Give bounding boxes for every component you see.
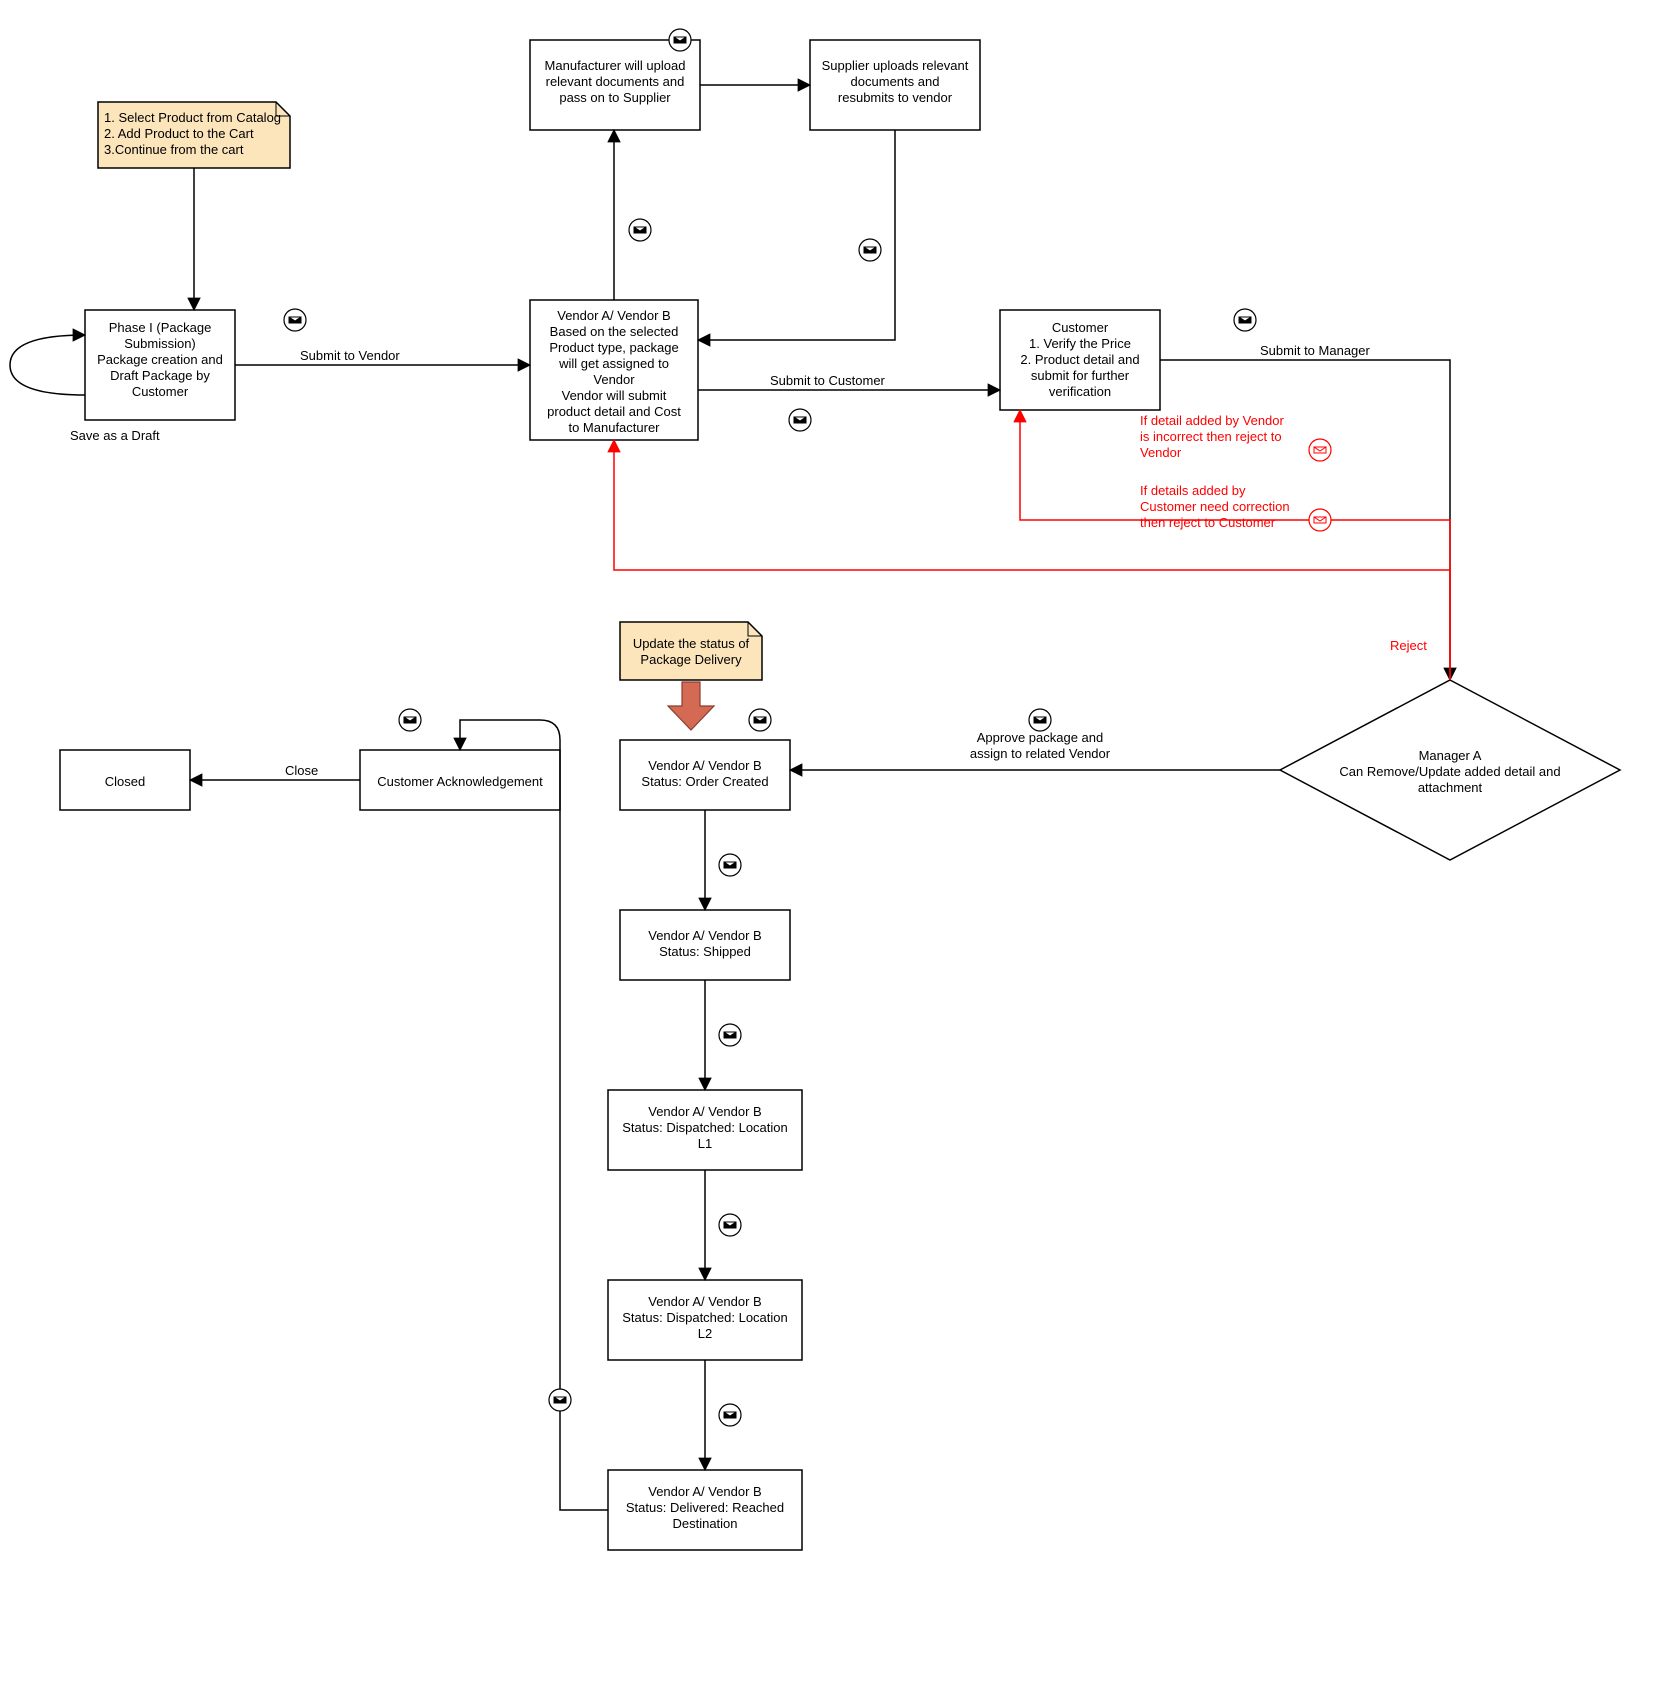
node-dispatched-l2: Vendor A/ Vendor B Status: Dispatched: L… xyxy=(608,1280,802,1360)
node-delivered: Vendor A/ Vendor B Status: Delivered: Re… xyxy=(608,1470,802,1550)
label-submit-vendor: Submit to Vendor xyxy=(300,348,400,363)
label-reject-vendor-l3: Vendor xyxy=(1140,445,1182,460)
edge-save-draft xyxy=(10,335,85,395)
svg-text:pass on to Supplier: pass on to Supplier xyxy=(559,90,671,105)
node-vendor-assign: Vendor A/ Vendor B Based on the selected… xyxy=(530,300,698,440)
mail-icon xyxy=(859,239,881,261)
svg-text:relevant documents and: relevant documents and xyxy=(546,74,685,89)
mail-icon xyxy=(1029,709,1051,731)
svg-text:Customer: Customer xyxy=(132,384,189,399)
svg-text:Update the status of: Update the status of xyxy=(633,636,750,651)
svg-text:Based on the selected: Based on the selected xyxy=(550,324,679,339)
edge-delivered-to-ack xyxy=(460,720,608,1510)
svg-text:Customer: Customer xyxy=(1052,320,1109,335)
svg-text:Vendor A/ Vendor B: Vendor A/ Vendor B xyxy=(648,928,761,943)
svg-text:Closed: Closed xyxy=(105,774,145,789)
svg-text:product detail and Cost: product detail and Cost xyxy=(547,404,681,419)
svg-text:Phase I (Package: Phase I (Package xyxy=(109,320,212,335)
edge-reject-customer xyxy=(1020,410,1450,680)
mail-icon-red xyxy=(1309,439,1331,461)
mail-icon xyxy=(719,1214,741,1236)
label-submit-customer: Submit to Customer xyxy=(770,373,886,388)
mail-icon xyxy=(719,1024,741,1046)
svg-text:Vendor A/ Vendor B: Vendor A/ Vendor B xyxy=(648,1294,761,1309)
svg-text:Can Remove/Update added detail: Can Remove/Update added detail and xyxy=(1339,764,1560,779)
svg-text:L1: L1 xyxy=(698,1136,712,1151)
label-approve-l2: assign to related Vendor xyxy=(970,746,1111,761)
mail-icon xyxy=(789,409,811,431)
svg-text:will get assigned to: will get assigned to xyxy=(558,356,669,371)
svg-text:attachment: attachment xyxy=(1418,780,1483,795)
note-catalog: 1. Select Product from Catalog 2. Add Pr… xyxy=(98,102,290,168)
label-submit-manager: Submit to Manager xyxy=(1260,343,1371,358)
mail-icon xyxy=(549,1389,571,1411)
mail-icon xyxy=(1234,309,1256,331)
svg-text:2. Add Product to the Cart: 2. Add Product to the Cart xyxy=(104,126,254,141)
note-update-status: Update the status of Package Delivery xyxy=(620,622,762,680)
svg-text:Supplier uploads relevant: Supplier uploads relevant xyxy=(822,58,969,73)
node-shipped: Vendor A/ Vendor B Status: Shipped xyxy=(620,910,790,980)
node-manager: Manager A Can Remove/Update added detail… xyxy=(1280,680,1620,860)
svg-text:verification: verification xyxy=(1049,384,1111,399)
node-customer-ack: Customer Acknowledgement xyxy=(360,750,560,810)
mail-icon xyxy=(629,219,651,241)
mail-icon xyxy=(669,29,691,51)
svg-text:1. Verify the Price: 1. Verify the Price xyxy=(1029,336,1131,351)
node-customer: Customer 1. Verify the Price 2. Product … xyxy=(1000,310,1160,410)
label-reject-vendor-l1: If detail added by Vendor xyxy=(1140,413,1285,428)
svg-text:Status: Dispatched: Location: Status: Dispatched: Location xyxy=(622,1120,788,1135)
label-reject-customer-l3: then reject to Customer xyxy=(1140,515,1276,530)
mail-icon xyxy=(284,309,306,331)
svg-text:Status: Dispatched: Location: Status: Dispatched: Location xyxy=(622,1310,788,1325)
node-closed: Closed xyxy=(60,750,190,810)
svg-text:Customer Acknowledgement: Customer Acknowledgement xyxy=(377,774,543,789)
svg-text:Vendor A/ Vendor B: Vendor A/ Vendor B xyxy=(648,1104,761,1119)
svg-text:Status: Delivered: Reached: Status: Delivered: Reached xyxy=(626,1500,784,1515)
svg-text:Status: Shipped: Status: Shipped xyxy=(659,944,751,959)
svg-text:submit for further: submit for further xyxy=(1031,368,1130,383)
svg-text:documents and: documents and xyxy=(851,74,940,89)
label-save-draft: Save as a Draft xyxy=(70,428,160,443)
label-reject-customer-l1: If details added by xyxy=(1140,483,1246,498)
svg-text:Status: Order Created: Status: Order Created xyxy=(641,774,768,789)
svg-text:2. Product detail and: 2. Product detail and xyxy=(1020,352,1139,367)
label-reject-vendor-l2: is incorrect then reject to xyxy=(1140,429,1282,444)
mail-icon xyxy=(719,854,741,876)
mail-icon xyxy=(749,709,771,731)
svg-text:Vendor: Vendor xyxy=(593,372,635,387)
node-supplier: Supplier uploads relevant documents and … xyxy=(810,40,980,130)
svg-text:Vendor will submit: Vendor will submit xyxy=(562,388,667,403)
flow-diagram: 1. Select Product from Catalog 2. Add Pr… xyxy=(0,0,1655,1684)
svg-text:Submission): Submission) xyxy=(124,336,196,351)
node-dispatched-l1: Vendor A/ Vendor B Status: Dispatched: L… xyxy=(608,1090,802,1170)
svg-text:Draft Package by: Draft Package by xyxy=(110,368,210,383)
svg-text:resubmits to vendor: resubmits to vendor xyxy=(838,90,953,105)
label-close: Close xyxy=(285,763,318,778)
svg-text:to Manufacturer: to Manufacturer xyxy=(568,420,660,435)
svg-text:Manager A: Manager A xyxy=(1419,748,1482,763)
node-manufacturer: Manufacturer will upload relevant docume… xyxy=(530,40,700,130)
svg-text:Vendor A/ Vendor B: Vendor A/ Vendor B xyxy=(648,1484,761,1499)
svg-text:3.Continue from the cart: 3.Continue from the cart xyxy=(104,142,244,157)
mail-icon xyxy=(719,1404,741,1426)
mail-icon-red xyxy=(1309,509,1331,531)
svg-text:L2: L2 xyxy=(698,1326,712,1341)
svg-text:Package Delivery: Package Delivery xyxy=(640,652,742,667)
label-reject-customer-l2: Customer need correction xyxy=(1140,499,1290,514)
svg-text:Vendor A/ Vendor B: Vendor A/ Vendor B xyxy=(557,308,670,323)
svg-text:Product type, package: Product type, package xyxy=(549,340,678,355)
svg-text:Package creation and: Package creation and xyxy=(97,352,223,367)
big-arrow-icon xyxy=(668,682,714,730)
edge-supplier-to-vendor xyxy=(698,130,895,340)
svg-text:Vendor A/ Vendor B: Vendor A/ Vendor B xyxy=(648,758,761,773)
label-approve-l1: Approve package and xyxy=(977,730,1103,745)
label-reject: Reject xyxy=(1390,638,1427,653)
svg-text:Destination: Destination xyxy=(672,1516,737,1531)
svg-text:Manufacturer will upload: Manufacturer will upload xyxy=(545,58,686,73)
svg-text:1. Select Product from Catalog: 1. Select Product from Catalog xyxy=(104,110,281,125)
mail-icon xyxy=(399,709,421,731)
node-phase1: Phase I (Package Submission) Package cre… xyxy=(85,310,235,420)
node-order-created: Vendor A/ Vendor B Status: Order Created xyxy=(620,740,790,810)
